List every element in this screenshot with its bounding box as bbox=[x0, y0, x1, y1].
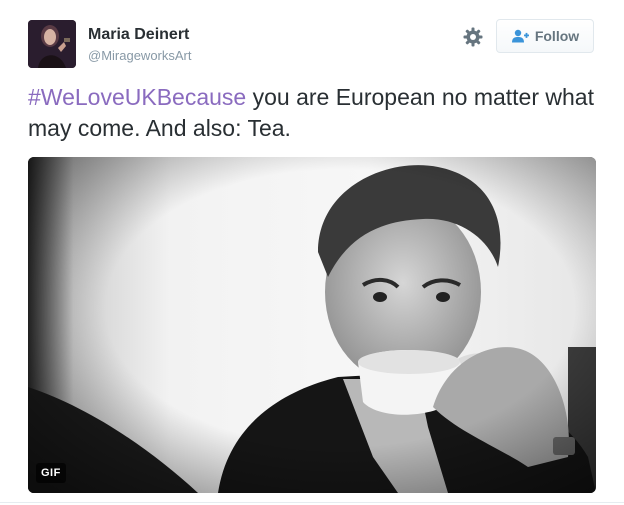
tweet-media-gif[interactable] bbox=[28, 157, 596, 493]
avatar[interactable] bbox=[28, 20, 76, 68]
hashtag-link[interactable]: #WeLoveUKBecause bbox=[28, 84, 246, 110]
tweet-card: Maria Deinert @MirageworksArt Follow #We… bbox=[0, 0, 624, 505]
tweet-text: #WeLoveUKBecause you are European no mat… bbox=[28, 82, 598, 144]
follow-button[interactable]: Follow bbox=[496, 19, 594, 53]
divider bbox=[0, 502, 624, 503]
follow-label: Follow bbox=[534, 28, 580, 44]
user-name[interactable]: Maria Deinert bbox=[88, 25, 189, 45]
add-person-icon bbox=[511, 29, 529, 43]
gear-icon[interactable] bbox=[462, 26, 484, 48]
gif-badge: GIF bbox=[36, 463, 66, 483]
user-handle[interactable]: @MirageworksArt bbox=[88, 47, 192, 65]
